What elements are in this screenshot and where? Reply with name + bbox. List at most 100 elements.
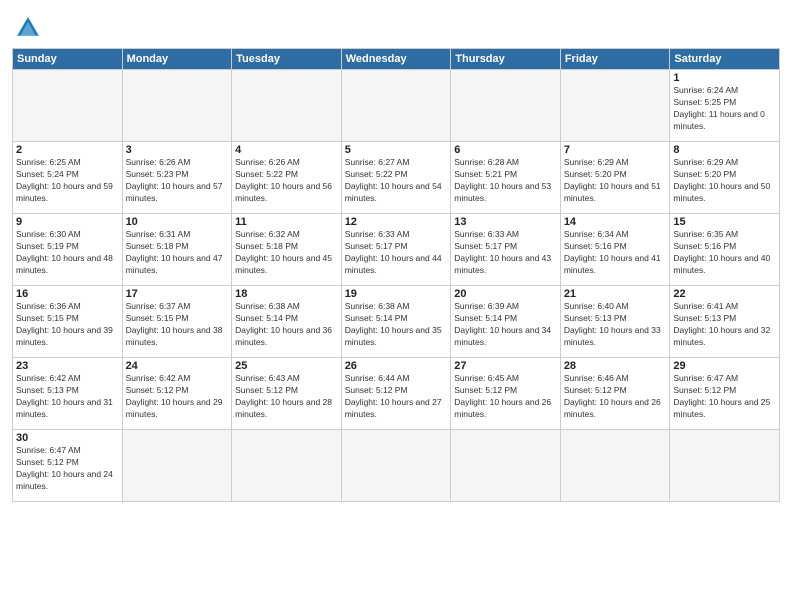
calendar-cell: 15Sunrise: 6:35 AMSunset: 5:16 PMDayligh…	[670, 214, 780, 286]
calendar-cell	[122, 70, 232, 142]
day-info: Sunrise: 6:25 AMSunset: 5:24 PMDaylight:…	[16, 157, 119, 205]
day-number: 11	[235, 216, 338, 228]
calendar-cell: 14Sunrise: 6:34 AMSunset: 5:16 PMDayligh…	[560, 214, 670, 286]
day-number: 7	[564, 144, 667, 156]
calendar-cell: 8Sunrise: 6:29 AMSunset: 5:20 PMDaylight…	[670, 142, 780, 214]
weekday-header-thursday: Thursday	[451, 49, 561, 70]
day-info: Sunrise: 6:37 AMSunset: 5:15 PMDaylight:…	[126, 301, 229, 349]
calendar-cell	[560, 70, 670, 142]
day-number: 28	[564, 360, 667, 372]
calendar-cell: 11Sunrise: 6:32 AMSunset: 5:18 PMDayligh…	[232, 214, 342, 286]
calendar-header: SundayMondayTuesdayWednesdayThursdayFrid…	[13, 49, 780, 70]
day-info: Sunrise: 6:32 AMSunset: 5:18 PMDaylight:…	[235, 229, 338, 277]
calendar-cell: 23Sunrise: 6:42 AMSunset: 5:13 PMDayligh…	[13, 358, 123, 430]
day-number: 25	[235, 360, 338, 372]
day-number: 24	[126, 360, 229, 372]
calendar-cell	[341, 70, 451, 142]
calendar-week-row: 16Sunrise: 6:36 AMSunset: 5:15 PMDayligh…	[13, 286, 780, 358]
day-number: 26	[345, 360, 448, 372]
day-number: 10	[126, 216, 229, 228]
logo	[12, 14, 42, 42]
day-number: 23	[16, 360, 119, 372]
calendar-cell: 6Sunrise: 6:28 AMSunset: 5:21 PMDaylight…	[451, 142, 561, 214]
calendar-cell: 17Sunrise: 6:37 AMSunset: 5:15 PMDayligh…	[122, 286, 232, 358]
day-info: Sunrise: 6:47 AMSunset: 5:12 PMDaylight:…	[673, 373, 776, 421]
day-number: 16	[16, 288, 119, 300]
day-number: 4	[235, 144, 338, 156]
day-number: 14	[564, 216, 667, 228]
day-number: 19	[345, 288, 448, 300]
calendar-cell: 3Sunrise: 6:26 AMSunset: 5:23 PMDaylight…	[122, 142, 232, 214]
day-number: 17	[126, 288, 229, 300]
calendar-cell: 16Sunrise: 6:36 AMSunset: 5:15 PMDayligh…	[13, 286, 123, 358]
day-number: 27	[454, 360, 557, 372]
day-info: Sunrise: 6:43 AMSunset: 5:12 PMDaylight:…	[235, 373, 338, 421]
day-info: Sunrise: 6:44 AMSunset: 5:12 PMDaylight:…	[345, 373, 448, 421]
weekday-row: SundayMondayTuesdayWednesdayThursdayFrid…	[13, 49, 780, 70]
calendar-cell: 4Sunrise: 6:26 AMSunset: 5:22 PMDaylight…	[232, 142, 342, 214]
calendar-cell: 13Sunrise: 6:33 AMSunset: 5:17 PMDayligh…	[451, 214, 561, 286]
calendar-cell	[560, 430, 670, 502]
day-info: Sunrise: 6:24 AMSunset: 5:25 PMDaylight:…	[673, 85, 776, 133]
day-info: Sunrise: 6:29 AMSunset: 5:20 PMDaylight:…	[673, 157, 776, 205]
calendar-cell: 30Sunrise: 6:47 AMSunset: 5:12 PMDayligh…	[13, 430, 123, 502]
calendar-week-row: 1Sunrise: 6:24 AMSunset: 5:25 PMDaylight…	[13, 70, 780, 142]
page: SundayMondayTuesdayWednesdayThursdayFrid…	[0, 0, 792, 612]
day-number: 9	[16, 216, 119, 228]
day-info: Sunrise: 6:47 AMSunset: 5:12 PMDaylight:…	[16, 445, 119, 493]
calendar-week-row: 9Sunrise: 6:30 AMSunset: 5:19 PMDaylight…	[13, 214, 780, 286]
calendar-cell: 1Sunrise: 6:24 AMSunset: 5:25 PMDaylight…	[670, 70, 780, 142]
calendar-week-row: 2Sunrise: 6:25 AMSunset: 5:24 PMDaylight…	[13, 142, 780, 214]
calendar-week-row: 23Sunrise: 6:42 AMSunset: 5:13 PMDayligh…	[13, 358, 780, 430]
day-info: Sunrise: 6:30 AMSunset: 5:19 PMDaylight:…	[16, 229, 119, 277]
calendar-cell	[232, 70, 342, 142]
day-number: 8	[673, 144, 776, 156]
calendar-cell: 2Sunrise: 6:25 AMSunset: 5:24 PMDaylight…	[13, 142, 123, 214]
day-number: 18	[235, 288, 338, 300]
calendar-cell: 26Sunrise: 6:44 AMSunset: 5:12 PMDayligh…	[341, 358, 451, 430]
calendar-cell	[13, 70, 123, 142]
day-info: Sunrise: 6:31 AMSunset: 5:18 PMDaylight:…	[126, 229, 229, 277]
calendar-cell: 24Sunrise: 6:42 AMSunset: 5:12 PMDayligh…	[122, 358, 232, 430]
day-number: 1	[673, 72, 776, 84]
day-info: Sunrise: 6:38 AMSunset: 5:14 PMDaylight:…	[345, 301, 448, 349]
day-number: 12	[345, 216, 448, 228]
calendar-cell: 19Sunrise: 6:38 AMSunset: 5:14 PMDayligh…	[341, 286, 451, 358]
day-info: Sunrise: 6:35 AMSunset: 5:16 PMDaylight:…	[673, 229, 776, 277]
calendar-cell	[232, 430, 342, 502]
day-number: 30	[16, 432, 119, 444]
calendar-cell: 12Sunrise: 6:33 AMSunset: 5:17 PMDayligh…	[341, 214, 451, 286]
calendar-cell: 21Sunrise: 6:40 AMSunset: 5:13 PMDayligh…	[560, 286, 670, 358]
weekday-header-sunday: Sunday	[13, 49, 123, 70]
day-info: Sunrise: 6:41 AMSunset: 5:13 PMDaylight:…	[673, 301, 776, 349]
weekday-header-monday: Monday	[122, 49, 232, 70]
day-number: 29	[673, 360, 776, 372]
calendar-cell: 29Sunrise: 6:47 AMSunset: 5:12 PMDayligh…	[670, 358, 780, 430]
calendar-cell: 10Sunrise: 6:31 AMSunset: 5:18 PMDayligh…	[122, 214, 232, 286]
day-info: Sunrise: 6:42 AMSunset: 5:12 PMDaylight:…	[126, 373, 229, 421]
weekday-header-tuesday: Tuesday	[232, 49, 342, 70]
calendar-cell: 5Sunrise: 6:27 AMSunset: 5:22 PMDaylight…	[341, 142, 451, 214]
calendar-cell: 9Sunrise: 6:30 AMSunset: 5:19 PMDaylight…	[13, 214, 123, 286]
day-number: 2	[16, 144, 119, 156]
day-info: Sunrise: 6:36 AMSunset: 5:15 PMDaylight:…	[16, 301, 119, 349]
day-info: Sunrise: 6:45 AMSunset: 5:12 PMDaylight:…	[454, 373, 557, 421]
calendar-cell: 25Sunrise: 6:43 AMSunset: 5:12 PMDayligh…	[232, 358, 342, 430]
day-info: Sunrise: 6:40 AMSunset: 5:13 PMDaylight:…	[564, 301, 667, 349]
day-number: 13	[454, 216, 557, 228]
calendar-cell: 27Sunrise: 6:45 AMSunset: 5:12 PMDayligh…	[451, 358, 561, 430]
calendar-cell: 28Sunrise: 6:46 AMSunset: 5:12 PMDayligh…	[560, 358, 670, 430]
day-info: Sunrise: 6:33 AMSunset: 5:17 PMDaylight:…	[345, 229, 448, 277]
calendar-cell	[451, 430, 561, 502]
day-number: 3	[126, 144, 229, 156]
calendar-cell	[122, 430, 232, 502]
day-number: 15	[673, 216, 776, 228]
calendar-cell	[341, 430, 451, 502]
day-info: Sunrise: 6:39 AMSunset: 5:14 PMDaylight:…	[454, 301, 557, 349]
day-number: 20	[454, 288, 557, 300]
day-info: Sunrise: 6:26 AMSunset: 5:22 PMDaylight:…	[235, 157, 338, 205]
day-info: Sunrise: 6:34 AMSunset: 5:16 PMDaylight:…	[564, 229, 667, 277]
day-number: 22	[673, 288, 776, 300]
calendar-cell	[451, 70, 561, 142]
weekday-header-wednesday: Wednesday	[341, 49, 451, 70]
